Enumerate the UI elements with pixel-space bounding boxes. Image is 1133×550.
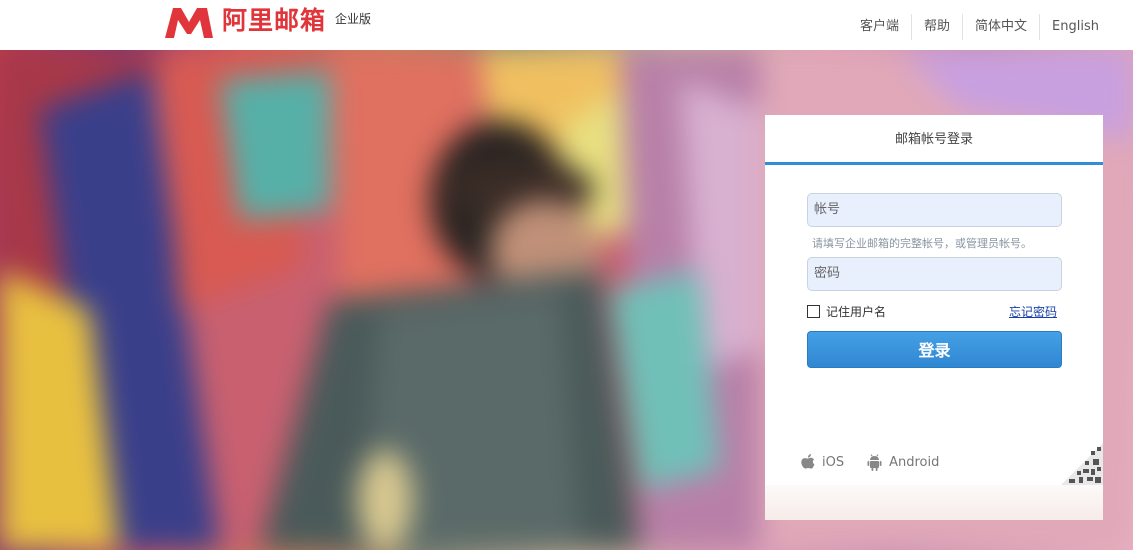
login-button[interactable]: 登录: [807, 331, 1062, 368]
mail-m-logo-icon: [165, 8, 213, 38]
app-downloads: iOS Android: [799, 453, 961, 472]
ios-label: iOS: [822, 455, 845, 470]
remember-label: 记住用户名: [826, 305, 887, 319]
login-footer-strip: [765, 485, 1103, 520]
remember-checkbox[interactable]: [807, 305, 820, 318]
nav-english[interactable]: English: [1039, 14, 1111, 40]
android-app-link[interactable]: Android: [866, 453, 939, 472]
nav-client[interactable]: 客户端: [848, 14, 911, 40]
qr-code-icon[interactable]: [1061, 443, 1103, 485]
ios-app-link[interactable]: iOS: [799, 453, 844, 472]
top-nav: 客户端 帮助 简体中文 English: [848, 14, 1111, 40]
android-label: Android: [889, 455, 940, 470]
nav-help[interactable]: 帮助: [911, 14, 962, 40]
remember-username[interactable]: 记住用户名: [807, 303, 886, 320]
edition-label: 企业版: [335, 12, 372, 26]
account-hint: 请填写企业邮箱的完整帐号，或管理员帐号。: [812, 237, 1032, 250]
apple-icon: [801, 454, 815, 469]
brand-name: 阿里邮箱: [222, 6, 327, 35]
top-header: 阿里邮箱 企业版 客户端 帮助 简体中文 English: [0, 0, 1133, 50]
brand-logo[interactable]: 阿里邮箱 企业版: [163, 6, 371, 38]
login-title: 邮箱帐号登录: [765, 115, 1103, 165]
nav-simplified-chinese[interactable]: 简体中文: [962, 14, 1039, 40]
login-panel: 邮箱帐号登录 帐号 请填写企业邮箱的完整帐号，或管理员帐号。 密码 记住用户名 …: [765, 115, 1103, 520]
forgot-password-link[interactable]: 忘记密码: [1009, 303, 1057, 320]
account-input[interactable]: 帐号: [807, 193, 1062, 227]
android-icon: [867, 454, 882, 471]
password-input[interactable]: 密码: [807, 257, 1062, 291]
